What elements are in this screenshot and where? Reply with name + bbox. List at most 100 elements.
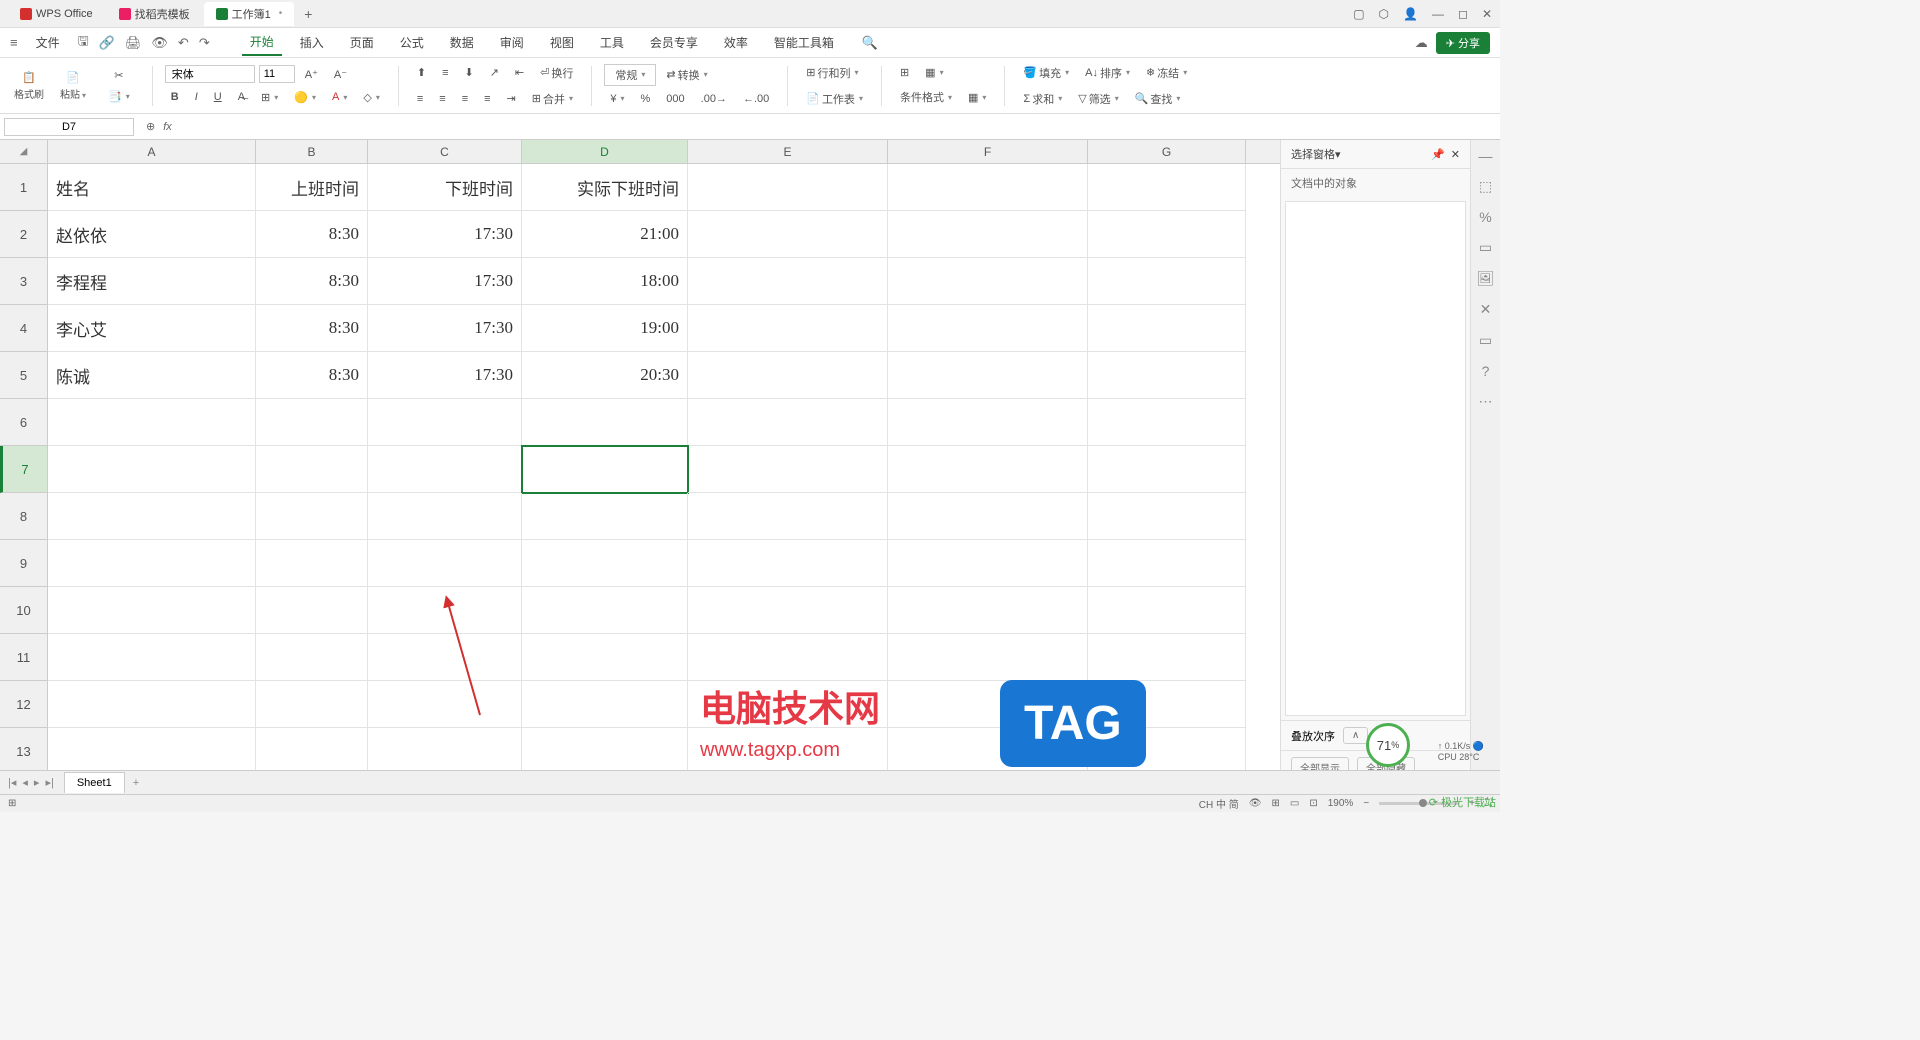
- tab-template[interactable]: 找稻壳模板: [107, 2, 202, 26]
- align-middle-icon[interactable]: ≡: [436, 64, 454, 82]
- cell-A10[interactable]: [48, 587, 256, 634]
- view-break-icon[interactable]: ⊡: [1309, 798, 1317, 809]
- first-sheet-icon[interactable]: |◂: [8, 776, 16, 789]
- sort-button[interactable]: A↓ 排序▾: [1079, 62, 1136, 84]
- copy-icon[interactable]: 📑▾: [102, 87, 136, 106]
- cell-G12[interactable]: [1088, 681, 1246, 728]
- view-eye-icon[interactable]: 👁: [1249, 798, 1262, 809]
- cell-G5[interactable]: [1088, 352, 1246, 399]
- cell-G2[interactable]: [1088, 211, 1246, 258]
- cond-format-button[interactable]: 条件格式▾: [894, 86, 958, 108]
- cell-C8[interactable]: [368, 493, 522, 540]
- row-header-6[interactable]: 6: [0, 399, 47, 446]
- close-panel-icon[interactable]: ✕: [1451, 148, 1460, 161]
- cell-A9[interactable]: [48, 540, 256, 587]
- justify-icon[interactable]: ≡: [478, 90, 496, 108]
- row-header-11[interactable]: 11: [0, 634, 47, 681]
- menu-icon[interactable]: ≡: [10, 35, 18, 50]
- bold-icon[interactable]: B: [165, 88, 185, 106]
- sheet-area[interactable]: ◢ ABCDEFG 12345678910111213 姓名上班时间下班时间实际…: [0, 140, 1280, 784]
- font-select[interactable]: [165, 65, 255, 83]
- percent-icon[interactable]: %: [635, 90, 657, 108]
- cell-A3[interactable]: 李程程: [48, 258, 256, 305]
- orientation-icon[interactable]: ↗: [484, 63, 505, 82]
- comma-icon[interactable]: 000: [660, 90, 690, 108]
- freeze-button[interactable]: ❄ 冻结▾: [1140, 62, 1193, 84]
- cell-E1[interactable]: [688, 164, 888, 211]
- cell-B8[interactable]: [256, 493, 368, 540]
- more-icon[interactable]: ⋯: [1479, 393, 1493, 410]
- align-right-icon[interactable]: ≡: [456, 90, 474, 108]
- menu-data[interactable]: 数据: [442, 30, 482, 55]
- clear-format-icon[interactable]: ◇▾: [357, 88, 385, 107]
- cell-C12[interactable]: [368, 681, 522, 728]
- menu-insert[interactable]: 插入: [292, 30, 332, 55]
- cell-E2[interactable]: [688, 211, 888, 258]
- cell-F1[interactable]: [888, 164, 1088, 211]
- cell-C3[interactable]: 17:30: [368, 258, 522, 305]
- rowcol-button[interactable]: ⊞ 行和列▾: [800, 62, 864, 84]
- cell-F9[interactable]: [888, 540, 1088, 587]
- cell-D2[interactable]: 21:00: [522, 211, 688, 258]
- select-tool-icon[interactable]: ⬚: [1479, 178, 1492, 195]
- cell-D7[interactable]: [522, 446, 688, 493]
- tools-icon[interactable]: ✕: [1480, 301, 1492, 318]
- help-icon[interactable]: ?: [1482, 363, 1490, 379]
- search-icon[interactable]: 🔍: [862, 35, 878, 51]
- cell-G3[interactable]: [1088, 258, 1246, 305]
- cell-F8[interactable]: [888, 493, 1088, 540]
- cell-F6[interactable]: [888, 399, 1088, 446]
- chart-icon[interactable]: ▭: [1479, 239, 1492, 256]
- tab-wps-office[interactable]: WPS Office: [8, 4, 105, 24]
- cell-G13[interactable]: [1088, 728, 1246, 775]
- cell-F7[interactable]: [888, 446, 1088, 493]
- align-left-icon[interactable]: ≡: [411, 90, 429, 108]
- cell-F2[interactable]: [888, 211, 1088, 258]
- cell-E10[interactable]: [688, 587, 888, 634]
- menu-efficiency[interactable]: 效率: [716, 30, 756, 55]
- cell-F11[interactable]: [888, 634, 1088, 681]
- row-header-9[interactable]: 9: [0, 540, 47, 587]
- row-header-2[interactable]: 2: [0, 211, 47, 258]
- menu-page[interactable]: 页面: [342, 30, 382, 55]
- cells-grid[interactable]: 姓名上班时间下班时间实际下班时间赵依依8:3017:3021:00李程程8:30…: [48, 164, 1280, 784]
- cell-G10[interactable]: [1088, 587, 1246, 634]
- cell-C13[interactable]: [368, 728, 522, 775]
- italic-icon[interactable]: I: [189, 88, 204, 106]
- cell-A8[interactable]: [48, 493, 256, 540]
- cell-D11[interactable]: [522, 634, 688, 681]
- sheet-tab[interactable]: Sheet1: [64, 772, 125, 793]
- next-sheet-icon[interactable]: ▸: [34, 776, 40, 789]
- cell-B6[interactable]: [256, 399, 368, 446]
- cell-B12[interactable]: [256, 681, 368, 728]
- name-box[interactable]: [4, 118, 134, 136]
- menu-member[interactable]: 会员专享: [642, 30, 706, 55]
- cell-B7[interactable]: [256, 446, 368, 493]
- view-page-icon[interactable]: ▭: [1290, 798, 1299, 809]
- cell-B3[interactable]: 8:30: [256, 258, 368, 305]
- cell-A13[interactable]: [48, 728, 256, 775]
- cell-C5[interactable]: 17:30: [368, 352, 522, 399]
- cell-A6[interactable]: [48, 399, 256, 446]
- cell-D13[interactable]: [522, 728, 688, 775]
- link-icon[interactable]: 🔗: [99, 35, 115, 51]
- table-style-icon[interactable]: ⊞: [894, 63, 915, 82]
- cell-B5[interactable]: 8:30: [256, 352, 368, 399]
- row-header-13[interactable]: 13: [0, 728, 47, 775]
- cell-A12[interactable]: [48, 681, 256, 728]
- merge-button[interactable]: ⊞ 合并▾: [526, 88, 579, 110]
- cell-E11[interactable]: [688, 634, 888, 681]
- col-header-E[interactable]: E: [688, 140, 888, 163]
- cube-icon[interactable]: ⬡: [1379, 7, 1389, 21]
- cell-D1[interactable]: 实际下班时间: [522, 164, 688, 211]
- align-center-icon[interactable]: ≡: [433, 90, 451, 108]
- format-icon[interactable]: ▦▾: [962, 88, 992, 107]
- menu-start[interactable]: 开始: [242, 29, 282, 56]
- style-icon[interactable]: %: [1479, 209, 1491, 225]
- zoom-in-icon[interactable]: +: [1469, 798, 1475, 809]
- menu-formula[interactable]: 公式: [392, 30, 432, 55]
- decrease-font-icon[interactable]: A⁻: [328, 65, 353, 84]
- decimal-inc-icon[interactable]: .00→: [695, 90, 733, 108]
- cell-A4[interactable]: 李心艾: [48, 305, 256, 352]
- row-header-4[interactable]: 4: [0, 305, 47, 352]
